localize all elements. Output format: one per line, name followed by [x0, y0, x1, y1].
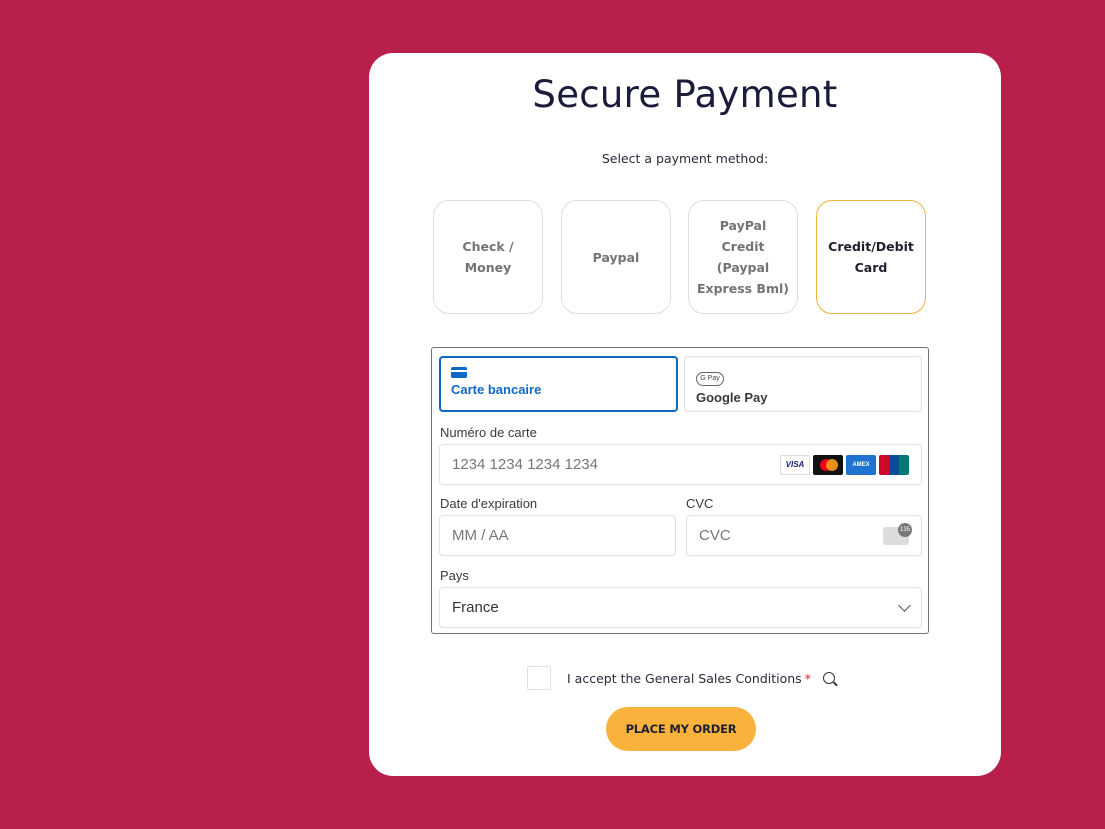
visa-icon: VISA — [780, 454, 810, 475]
card-number-label: Numéro de carte — [440, 425, 537, 440]
tab-label: Google Pay — [696, 390, 768, 405]
terms-label[interactable]: I accept the General Sales Conditions * — [567, 671, 811, 686]
expiry-input[interactable] — [452, 527, 663, 544]
cvc-input[interactable] — [699, 527, 883, 544]
card-number-input[interactable] — [452, 456, 780, 473]
payment-method-list: Check / Money Paypal PayPal Credit (Payp… — [433, 200, 929, 318]
method-paypal[interactable]: Paypal — [561, 200, 671, 314]
card-payment-form: Carte bancaire G Pay Google Pay Numéro d… — [431, 347, 929, 634]
tab-carte-bancaire[interactable]: Carte bancaire — [439, 356, 678, 412]
page-title: Secure Payment — [532, 73, 838, 116]
payment-method-prompt: Select a payment method: — [601, 151, 769, 166]
required-marker: * — [804, 670, 811, 686]
card-brands: VISA AMEX — [780, 454, 909, 475]
expiry-label: Date d'expiration — [440, 496, 538, 511]
tab-label: Carte bancaire — [451, 382, 542, 397]
method-check-money[interactable]: Check / Money — [433, 200, 543, 314]
search-icon[interactable] — [822, 672, 835, 684]
expiry-field — [439, 515, 676, 556]
method-paypal-credit[interactable]: PayPal Credit (Paypal Express Bml) — [688, 200, 798, 314]
google-pay-icon: G Pay — [696, 372, 724, 386]
country-value: France — [452, 599, 499, 616]
terms-checkbox[interactable] — [527, 666, 551, 690]
country-label: Pays — [440, 568, 469, 583]
cvc-field — [686, 515, 922, 556]
cvc-label: CVC — [686, 496, 714, 511]
chevron-down-icon — [898, 598, 911, 612]
credit-card-icon — [451, 367, 467, 378]
mastercard-icon — [813, 454, 843, 475]
cvc-card-icon — [883, 522, 912, 545]
country-select[interactable]: France — [439, 587, 922, 628]
place-order-button[interactable]: PLACE MY ORDER — [606, 707, 756, 751]
unionpay-icon — [879, 454, 909, 475]
terms-text: I accept the General Sales Conditions — [567, 670, 802, 686]
tab-google-pay[interactable]: G Pay Google Pay — [684, 356, 922, 412]
payment-card: Secure Payment Select a payment method: … — [369, 53, 1001, 776]
terms-row: I accept the General Sales Conditions * — [527, 665, 835, 691]
method-credit-debit-card[interactable]: Credit/Debit Card — [816, 200, 926, 314]
amex-icon: AMEX — [846, 454, 876, 475]
card-number-field: VISA AMEX — [439, 444, 922, 485]
